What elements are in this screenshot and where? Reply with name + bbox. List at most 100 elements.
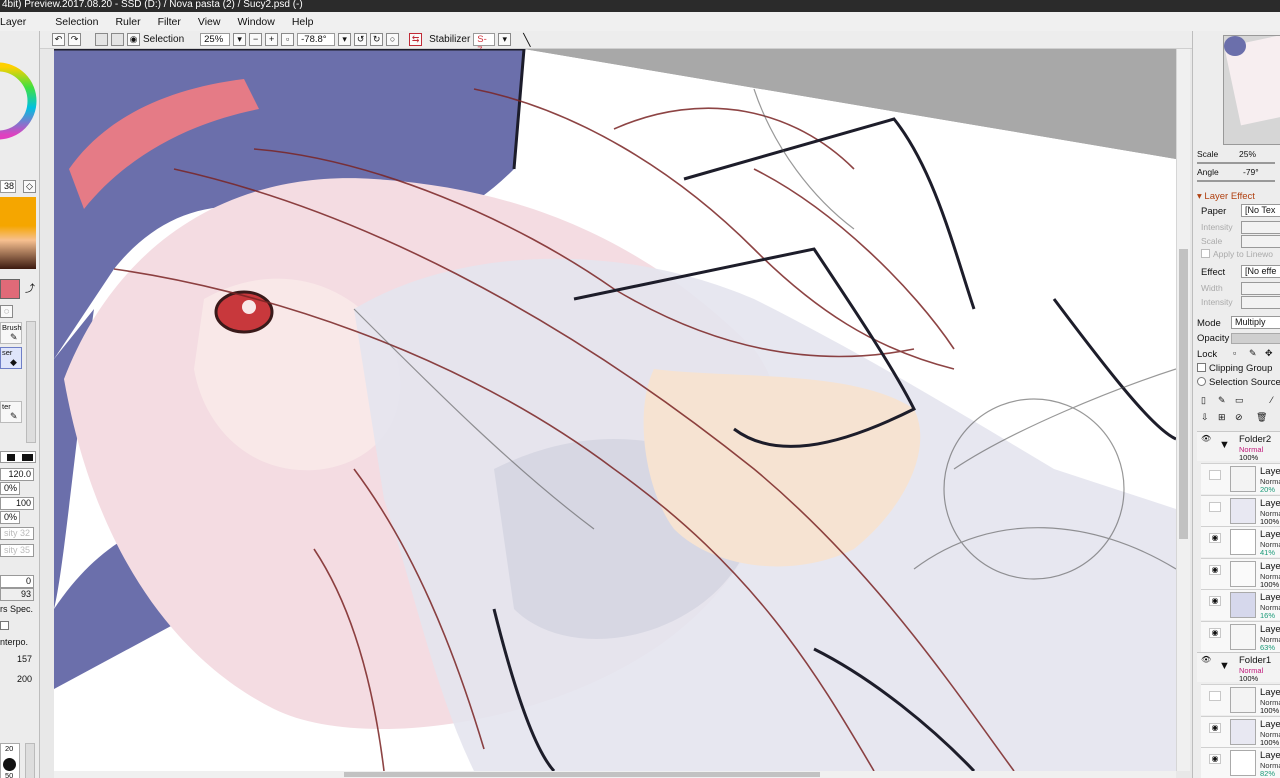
effect-width-field[interactable] <box>1241 282 1280 295</box>
clear-layer-icon[interactable]: ⊘ <box>1235 412 1243 423</box>
paper-select[interactable]: [No Tex <box>1241 204 1280 217</box>
undo-icon[interactable]: ↶ <box>52 33 65 46</box>
layer-row[interactable]: LayerNorma100% <box>1201 494 1280 526</box>
tool-list-scrollbar[interactable] <box>26 321 36 443</box>
folder-row-folder1[interactable]: 👁 ▼ Folder1 Normal 100% <box>1197 652 1280 683</box>
nav-scale-value[interactable]: 25% <box>1239 149 1256 159</box>
lock-paint-icon[interactable]: ✎ <box>1249 348 1257 359</box>
menu-selection[interactable]: Selection <box>55 16 111 28</box>
apply-linework[interactable]: Apply to Linewo <box>1201 249 1273 259</box>
rotate-reset-icon[interactable]: ○ <box>386 33 400 46</box>
horizontal-scroll-thumb[interactable] <box>344 772 820 777</box>
zoom-reset-icon[interactable]: ▫ <box>281 33 295 46</box>
color-wheel-icon[interactable] <box>0 31 40 161</box>
eraser-tool-button[interactable]: ser ◆ <box>0 347 22 369</box>
min-size-field[interactable]: 0% <box>0 482 20 495</box>
visibility-eye-icon[interactable]: ◉ <box>1209 564 1221 575</box>
density-field[interactable]: 100 <box>0 497 34 510</box>
layer-row[interactable]: LayerNorma100% <box>1201 684 1280 715</box>
visibility-eye-icon[interactable]: ◉ <box>1209 754 1221 764</box>
layer-row[interactable]: ◉LayerNorma100% <box>1201 715 1280 747</box>
zoom-in-icon[interactable]: + <box>265 33 279 46</box>
delete-layer-icon[interactable]: 🗑 <box>1256 412 1267 423</box>
layer-row[interactable]: ◉LayerNorma16% <box>1201 589 1280 620</box>
opacity-slider[interactable] <box>1231 333 1280 344</box>
canvas-horizontal-scrollbar[interactable] <box>54 771 1176 778</box>
invert-selection-button[interactable] <box>111 33 124 46</box>
visibility-eye-icon[interactable]: 👁 <box>1201 655 1211 664</box>
nav-angle-value[interactable]: -79° <box>1243 167 1259 177</box>
visibility-eye-icon[interactable]: 👁 <box>1201 434 1211 443</box>
transparent-color-icon[interactable]: ◌ <box>0 305 13 318</box>
layer-row[interactable]: LayerNorma20% <box>1201 463 1280 494</box>
value-157[interactable]: 157 <box>0 654 39 664</box>
merge-down-icon[interactable]: ⊞ <box>1218 412 1226 423</box>
apply-linework-checkbox[interactable] <box>1201 249 1210 258</box>
effect-intensity-field[interactable] <box>1241 296 1280 309</box>
menu-ruler[interactable]: Ruler <box>115 16 153 28</box>
canvas-vertical-scrollbar[interactable] <box>1176 49 1190 771</box>
menu-layer[interactable]: Layer <box>0 16 39 28</box>
redo-icon[interactable]: ↷ <box>68 33 81 46</box>
color-square[interactable] <box>0 197 36 269</box>
lock-move-icon[interactable]: ✥ <box>1265 348 1273 359</box>
spec-checkbox[interactable] <box>0 621 9 630</box>
layer-row[interactable]: ◉LayerNorma63% <box>1201 620 1280 652</box>
menu-help[interactable]: Help <box>292 16 327 28</box>
vertical-scroll-thumb[interactable] <box>1179 249 1188 539</box>
clipping-group-checkbox[interactable] <box>1197 363 1206 372</box>
paper-scale-field[interactable] <box>1241 235 1280 248</box>
layer-row[interactable]: ◉LayerNorma100% <box>1201 557 1280 589</box>
folder-row-folder2[interactable]: 👁 ▼ Folder2 Normal 100% <box>1197 431 1280 462</box>
blur-tool-button[interactable]: ter ✎ <box>0 401 22 423</box>
new-linework-icon[interactable]: ✎ <box>1218 395 1226 406</box>
dots-scrollbar[interactable] <box>25 743 35 778</box>
brush-shape-row[interactable] <box>0 451 36 463</box>
menu-window[interactable]: Window <box>237 16 287 28</box>
swap-colors-icon[interactable]: ⤴ <box>25 280 35 295</box>
stabilizer-dropdown-icon[interactable]: ▾ <box>498 33 512 46</box>
show-selection-icon[interactable]: ◉ <box>127 33 140 46</box>
paper-intensity-field[interactable] <box>1241 221 1280 234</box>
current-color-swatch[interactable] <box>0 279 20 299</box>
layer-menu-icon[interactable]: ⁄ <box>1271 395 1273 405</box>
value-93-field[interactable]: 93 <box>0 588 34 601</box>
folder-expand-icon[interactable]: ▼ <box>1219 660 1230 672</box>
visibility-eye-icon[interactable]: ◉ <box>1209 722 1221 733</box>
value-200[interactable]: 200 <box>0 674 39 684</box>
size-field[interactable]: 120.0 <box>0 468 34 481</box>
new-layer-icon[interactable]: ▯ <box>1201 395 1206 406</box>
transfer-down-icon[interactable]: ⇩ <box>1201 412 1209 423</box>
dot-size-20[interactable]: 20 <box>5 744 13 753</box>
min-density-field[interactable]: 0% <box>0 511 20 524</box>
selection-source[interactable]: Selection Source <box>1197 377 1280 388</box>
layer-row[interactable]: ◉LayerNorma82% <box>1201 747 1280 778</box>
color-picker-icon[interactable]: ◇ <box>23 180 36 193</box>
brush-size-field[interactable]: 38 <box>0 180 16 193</box>
visibility-hidden-icon[interactable] <box>1209 470 1221 480</box>
selection-source-radio[interactable] <box>1197 377 1206 386</box>
visibility-eye-icon[interactable]: ◉ <box>1209 627 1221 638</box>
zoom-field[interactable]: 25% <box>200 33 231 46</box>
rotate-left-icon[interactable]: ↺ <box>354 33 368 46</box>
value-0-field[interactable]: 0 <box>0 575 34 588</box>
nav-scale-slider[interactable] <box>1197 162 1275 164</box>
rotation-field[interactable]: -78.8° <box>297 33 336 46</box>
intensity-field[interactable]: sity 32 <box>0 527 34 540</box>
layer-effect-header[interactable]: ▾ Layer Effect <box>1197 191 1255 202</box>
clipping-group[interactable]: Clipping Group <box>1197 363 1272 374</box>
straight-line-icon[interactable]: ╲ <box>523 33 530 47</box>
visibility-eye-icon[interactable]: ◉ <box>1209 533 1221 543</box>
drawing-canvas[interactable] <box>54 49 1176 771</box>
layer-row[interactable]: ◉LayerNorma41% <box>1201 526 1280 557</box>
stabilizer-field[interactable]: S-7 <box>473 33 496 56</box>
menu-filter[interactable]: Filter <box>158 16 194 28</box>
brush-tool-button[interactable]: Brush ✎ <box>0 322 22 344</box>
zoom-dropdown-icon[interactable]: ▾ <box>233 33 247 46</box>
visibility-eye-icon[interactable]: ◉ <box>1209 596 1221 606</box>
visibility-hidden-icon[interactable] <box>1209 691 1221 701</box>
navigator-preview[interactable] <box>1223 35 1280 145</box>
folder-expand-icon[interactable]: ▼ <box>1219 439 1230 451</box>
deselect-button[interactable] <box>95 33 108 46</box>
zoom-out-icon[interactable]: − <box>249 33 263 46</box>
